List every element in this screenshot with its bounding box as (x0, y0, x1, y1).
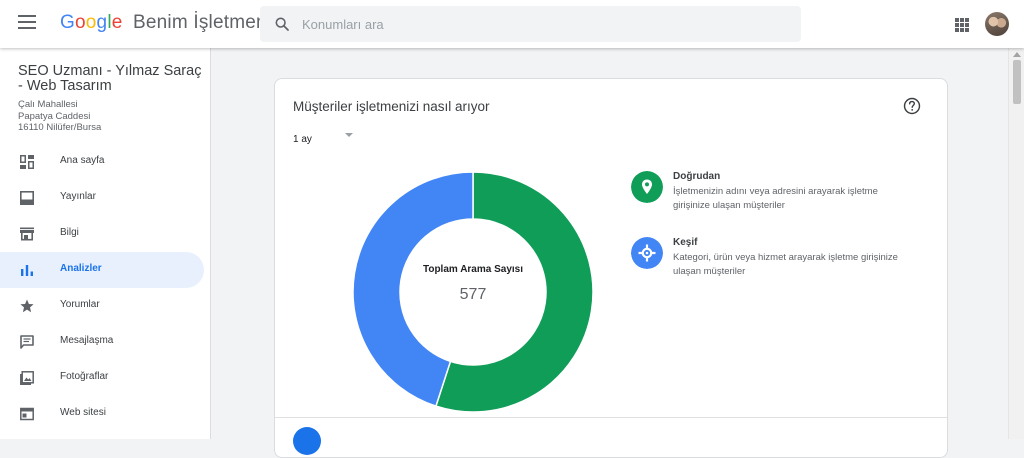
business-address: Çalı Mahallesi Papatya Caddesi 16110 Nil… (18, 99, 101, 134)
legend-name: Doğrudan (673, 171, 721, 182)
page-scrollbar[interactable] (1008, 48, 1024, 439)
search-icon (275, 17, 289, 31)
address-line: Papatya Caddesi (18, 110, 91, 122)
sidebar-item-label: Ana sayfa (60, 155, 105, 166)
google-my-business-logo[interactable]: Google Benim İşletmem (60, 12, 272, 34)
sidebar-item-label: Bilgi (60, 227, 79, 238)
sidebar-item-label: Yorumlar (60, 299, 100, 310)
logo-letter: e (111, 12, 123, 33)
card-divider (275, 417, 947, 418)
search-input[interactable] (302, 14, 782, 34)
storefront-icon (20, 227, 34, 241)
legend-description: İşletmenizin adını veya adresini arayara… (673, 186, 878, 211)
sidebar-item-website[interactable]: Web sitesi (0, 396, 204, 432)
sidebar-item-messaging[interactable]: Mesajlaşma (0, 324, 204, 360)
dashboard-icon (20, 155, 34, 169)
product-name: Benim İşletmem (133, 12, 273, 33)
website-icon (20, 407, 34, 421)
explore-icon (631, 237, 663, 269)
legend-name: Keşif (673, 237, 698, 248)
business-name: SEO Uzmanı - Yılmaz Saraç - Web Tasarım (18, 63, 202, 94)
chart-legend: Doğrudan İşletmenizin adını veya adresin… (631, 169, 921, 301)
logo-letter: o (74, 12, 86, 33)
location-pin-icon (631, 171, 663, 203)
period-value: 1 ay (293, 134, 312, 145)
sidebar-item-photos[interactable]: Fotoğraflar (0, 360, 204, 396)
sidebar-item-label: Mesajlaşma (60, 335, 114, 346)
sidebar-item-reviews[interactable]: Yorumlar (0, 288, 204, 324)
help-icon[interactable] (903, 97, 921, 115)
menu-icon[interactable] (18, 15, 36, 29)
period-dropdown[interactable]: 1 ay (293, 129, 363, 145)
address-line: 16110 Nilüfer/Bursa (18, 122, 102, 133)
location-search[interactable] (260, 6, 801, 42)
photo-icon (20, 371, 34, 385)
legend-item-direct: Doğrudan İşletmenizin adını veya adresin… (631, 169, 921, 235)
legend-item-discovery: Keşif Kategori, ürün veya hizmet arayara… (631, 235, 921, 301)
legend-description: Kategori, ürün veya hizmet arayarak işle… (673, 252, 898, 277)
sidebar: SEO Uzmanı - Yılmaz Saraç - Web Tasarım … (0, 48, 211, 439)
sidebar-item-label: Fotoğraflar (60, 371, 109, 382)
logo-letter: G (60, 12, 75, 33)
insights-icon (21, 265, 33, 276)
posts-icon (20, 191, 34, 205)
search-insights-card: Müşteriler işletmenizi nasıl arıyor 1 ay… (274, 78, 948, 458)
sidebar-item-label: Web sitesi (60, 407, 106, 418)
chevron-down-icon (345, 133, 353, 137)
sidebar-item-insights[interactable]: Analizler (0, 252, 204, 288)
apps-grid-icon[interactable] (955, 18, 969, 32)
donut-total: 577 (459, 286, 487, 303)
sidebar-item-posts[interactable]: Yayınlar (0, 180, 204, 216)
sidebar-item-home[interactable]: Ana sayfa (0, 144, 204, 180)
card-title: Müşteriler işletmenizi nasıl arıyor (293, 99, 490, 114)
donut-title: Toplam Arama Sayısı (422, 264, 524, 275)
logo-letter: o (85, 12, 97, 33)
sidebar-item-label: Analizler (60, 263, 102, 274)
scroll-up-arrow-icon[interactable] (1013, 52, 1021, 57)
sidebar-item-label: Yayınlar (60, 191, 96, 202)
camera-icon (293, 427, 321, 455)
star-icon (20, 299, 34, 313)
avatar[interactable] (985, 12, 1009, 36)
sidebar-item-info[interactable]: Bilgi (0, 216, 204, 252)
address-line: Çalı Mahallesi (18, 99, 78, 110)
message-icon (20, 335, 34, 349)
searches-donut-chart: Toplam Arama Sayısı 577 (350, 169, 596, 415)
logo-letter: g (96, 12, 108, 33)
scroll-thumb[interactable] (1013, 60, 1021, 104)
sidebar-nav: Ana sayfa Yayınlar Bilgi Analizler Yorum… (0, 144, 211, 432)
top-app-bar: Google Benim İşletmem (0, 0, 1024, 48)
